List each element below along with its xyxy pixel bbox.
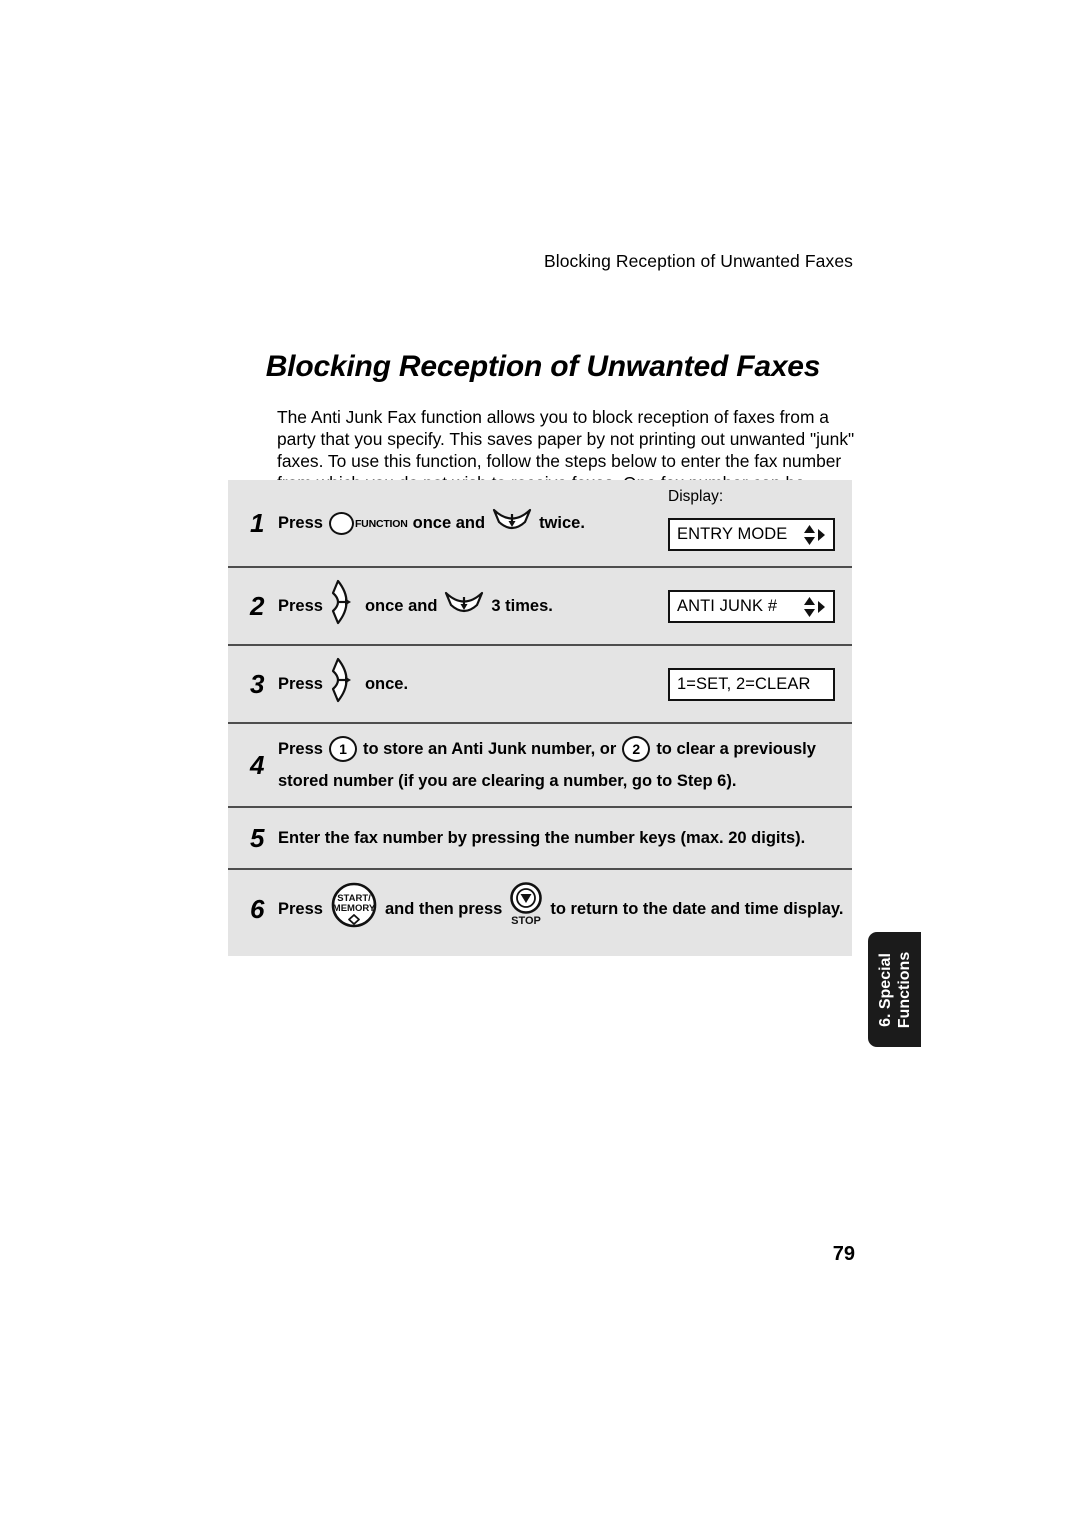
lcd-text: ANTI JUNK # — [677, 597, 778, 615]
step-text: 3 times. — [491, 597, 553, 615]
right-arrow-key-icon[interactable] — [329, 656, 359, 713]
step-text: Press — [278, 900, 323, 918]
chapter-side-tab-text: 6. Special Functions — [876, 951, 914, 1027]
lcd-display-1: ENTRY MODE — [668, 518, 835, 551]
step-text: Press — [278, 514, 323, 532]
start-memory-key-icon[interactable]: START/ MEMORY — [331, 882, 377, 937]
step-text: to return to the date and time display. — [550, 900, 844, 918]
step-text: once and — [364, 597, 438, 615]
step-text: and then press — [384, 900, 503, 918]
display-label: Display: — [668, 488, 724, 505]
function-key-circle-icon — [328, 511, 354, 535]
lcd-arrow-icons — [803, 596, 826, 618]
down-arrow-key-icon[interactable] — [491, 505, 533, 542]
step-number: 5 — [250, 823, 265, 853]
chapter-tab-line-1: 6. Special — [876, 952, 894, 1027]
step-row-6: 6 Press START/ MEMORY and then press STO… — [228, 868, 852, 948]
step-text: Press — [278, 597, 323, 615]
svg-text:MEMORY: MEMORY — [333, 903, 376, 914]
step-row-1: 1 Press FUNCTION once and twice. Display… — [228, 480, 852, 566]
page-number: 79 — [832, 1243, 855, 1265]
lcd-text: 1=SET, 2=CLEAR — [677, 675, 811, 693]
step-text: once. — [364, 675, 409, 693]
step-number: 2 — [250, 591, 265, 621]
chapter-tab-line-2: Functions — [895, 951, 913, 1028]
svg-text:STOP: STOP — [511, 915, 541, 927]
display-column-3: 1=SET, 2=CLEAR — [668, 646, 848, 722]
step-text: Enter the fax number by pressing the num… — [278, 829, 806, 847]
step-number: 3 — [250, 669, 265, 699]
stop-key-icon[interactable]: STOP — [508, 881, 544, 938]
step-text: Press — [278, 675, 323, 693]
step-text: once and — [412, 514, 486, 532]
number-key-1-icon[interactable]: 1 — [328, 736, 357, 762]
page-title: Blocking Reception of Unwanted Faxes — [265, 350, 821, 384]
step-text: to store an Anti Junk number, or — [362, 740, 617, 758]
right-arrow-key-icon[interactable] — [329, 578, 359, 635]
step-text: Press — [278, 740, 323, 758]
steps-panel: 1 Press FUNCTION once and twice. Display… — [228, 480, 852, 956]
lcd-text: ENTRY MODE — [677, 525, 788, 543]
running-header: Blocking Reception of Unwanted Faxes — [543, 251, 853, 271]
function-key-label: FUNCTION — [354, 518, 408, 530]
step-text: twice. — [539, 514, 585, 532]
down-arrow-key-icon[interactable] — [443, 588, 485, 625]
step-text: to clear a previously — [656, 740, 816, 758]
number-key-2-icon[interactable]: 2 — [622, 736, 651, 762]
step-number: 4 — [250, 750, 265, 780]
step-row-3: 3 Press once. 1=SET, 2=CLEAR — [228, 644, 852, 722]
lcd-arrow-icons — [803, 524, 826, 546]
lcd-display-2: ANTI JUNK # — [668, 590, 835, 623]
display-column-2: ANTI JUNK # — [668, 568, 848, 644]
lcd-display-3: 1=SET, 2=CLEAR — [668, 668, 835, 701]
step-number: 6 — [250, 894, 265, 924]
step-text: stored number (if you are clearing a num… — [278, 772, 737, 790]
chapter-side-tab: 6. Special Functions — [868, 932, 921, 1047]
step-row-2: 2 Press once and 3 times. ANTI JUNK # — [228, 566, 852, 644]
step-number: 1 — [250, 508, 265, 538]
display-column-1: Display: ENTRY MODE — [668, 480, 848, 566]
step-row-5: 5 Enter the fax number by pressing the n… — [228, 806, 852, 868]
step-row-4: 4 Press 1 to store an Anti Junk number, … — [228, 722, 852, 806]
function-key-icon[interactable]: FUNCTION — [328, 509, 408, 537]
